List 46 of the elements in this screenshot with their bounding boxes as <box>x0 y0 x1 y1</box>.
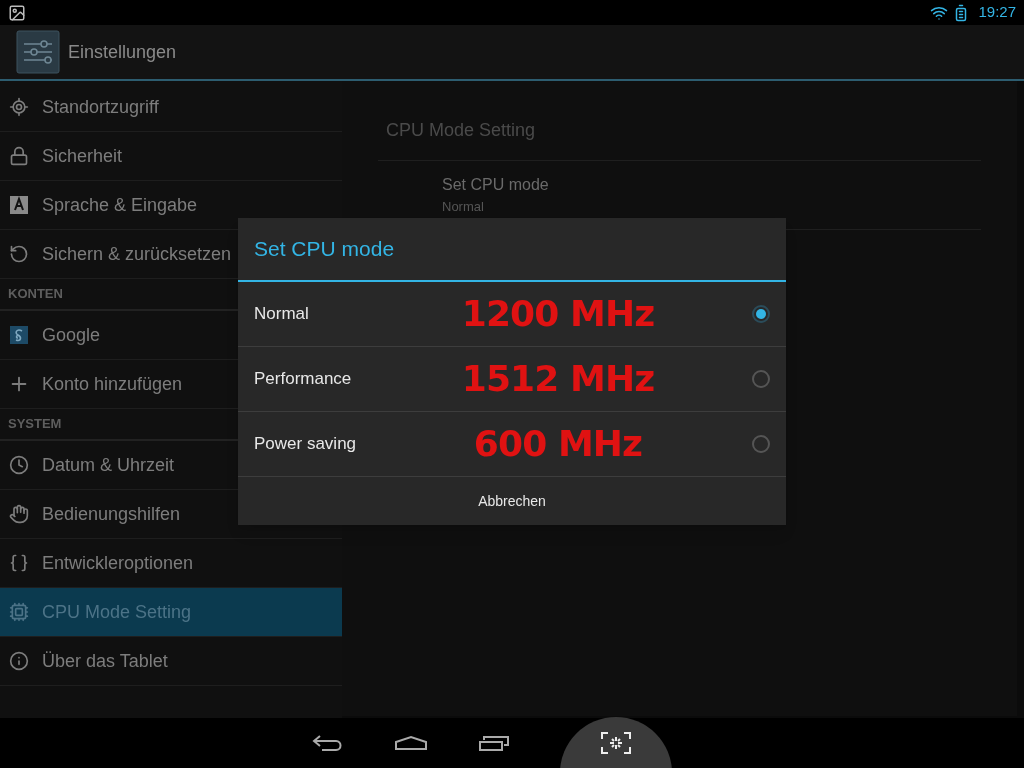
settings-item[interactable]: Über das Tablet <box>0 637 342 686</box>
restore-icon <box>9 244 29 264</box>
hand-icon <box>9 504 29 524</box>
dialog-title: Set CPU mode <box>238 218 786 282</box>
settings-item[interactable]: CPU Mode Setting <box>0 588 342 637</box>
mode-option[interactable]: Power saving 600 MHz <box>238 412 786 477</box>
frequency-label: 1200 MHz <box>460 292 656 336</box>
item-label: Entwickleroptionen <box>42 551 194 575</box>
frequency-label: 600 MHz <box>472 422 644 466</box>
info-icon <box>9 651 29 671</box>
item-label: Google <box>42 323 101 347</box>
item-label: Konto hinzufügen <box>42 372 183 396</box>
preference-title: Set CPU mode <box>442 175 550 195</box>
keyboard-letter-icon <box>9 195 29 215</box>
item-label: Datum & Uhrzeit <box>42 453 175 477</box>
chip-icon <box>9 602 29 622</box>
settings-item[interactable]: Standortzugriff <box>0 83 342 132</box>
location-icon <box>9 97 29 117</box>
item-label: Sichern & zurücksetzen <box>42 242 232 266</box>
radio-button[interactable] <box>752 435 770 453</box>
item-label: Bedienungshilfen <box>42 502 181 526</box>
home-icon[interactable] <box>394 735 428 751</box>
item-label: Sprache & Eingabe <box>42 193 198 217</box>
mode-option[interactable]: Normal 1200 MHz <box>238 282 786 347</box>
braces-icon <box>9 553 29 573</box>
clock-icon <box>9 455 29 475</box>
back-icon[interactable] <box>312 734 344 752</box>
recent-apps-icon[interactable] <box>478 734 510 752</box>
radio-button[interactable] <box>752 305 770 323</box>
settings-item[interactable]: Sicherheit <box>0 132 342 181</box>
picture-notification-icon <box>8 3 26 22</box>
item-label: Standortzugriff <box>42 95 159 119</box>
sliders-app-icon[interactable] <box>16 30 60 74</box>
item-label: Sicherheit <box>42 144 123 168</box>
radio-button[interactable] <box>752 370 770 388</box>
account-icon <box>9 325 29 345</box>
page-header: CPU Mode Setting <box>378 117 981 161</box>
item-label: CPU Mode Setting <box>42 600 192 624</box>
lock-icon <box>9 146 29 166</box>
frequency-label: 1512 MHz <box>460 357 656 401</box>
preference-summary: Normal <box>442 198 485 216</box>
clock-time: 19:27 <box>978 2 1016 23</box>
focus-frame-icon <box>600 731 632 755</box>
mode-option[interactable]: Performance 1512 MHz <box>238 347 786 412</box>
item-label: Über das Tablet <box>42 649 168 673</box>
app-title: Einstellungen <box>68 40 177 64</box>
